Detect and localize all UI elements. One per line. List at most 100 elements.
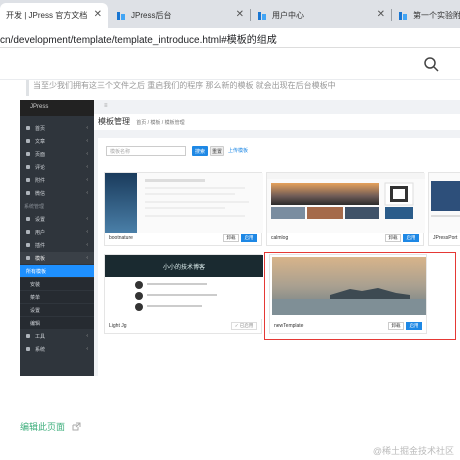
menu-icon (26, 191, 30, 195)
tab-label: 用户中心 (272, 11, 304, 20)
sidebar-item-label: 设置 (30, 307, 41, 314)
uninstall-button[interactable]: 卸载 (385, 234, 401, 242)
sidebar-item-13[interactable]: 菜单 (20, 291, 94, 303)
menu-icon (26, 152, 30, 156)
chevron-icon: ‹ (86, 125, 88, 131)
template-preview: 小小的技术博客 (105, 255, 263, 319)
sidebar-item-1[interactable]: 文章 ‹ (20, 135, 94, 147)
reset-button[interactable]: 重置 (210, 146, 224, 156)
sidebar-item-3[interactable]: 评论 ‹ (20, 161, 94, 173)
template-name-filter[interactable]: 模板名称 (106, 146, 186, 156)
chevron-icon: ‹ (86, 164, 88, 170)
chevron-icon: ‹ (86, 151, 88, 157)
doc-navbar (0, 48, 460, 80)
sidebar-item-7[interactable]: 设置 ‹ (20, 213, 94, 225)
address-bar[interactable]: cn/development/template/template_introdu… (0, 28, 460, 48)
tab-label: 开发 | JPress 官方文档 (6, 11, 88, 20)
sidebar-item-16[interactable]: 工具 ‹ (20, 330, 94, 342)
admin-sidebar: JPress 首页 ‹ 文章 ‹ 页面 ‹ 评论 ‹ 附件 ‹ 微信 ‹ 系统管理 设置 ‹ 用户 ‹ 插件 ‹ 模板… (20, 100, 94, 376)
sidebar-item-9[interactable]: 插件 ‹ (20, 239, 94, 251)
sidebar-item-label: 微信 (35, 190, 46, 197)
enable-button[interactable]: 启用 (241, 234, 257, 242)
tab-jpress-admin[interactable]: JPress后台 ✕ (110, 3, 250, 28)
template-name: bootnature (109, 235, 133, 241)
admin-page-header: 模板管理 首页 / 模板 / 模板管理 (94, 114, 460, 130)
template-name: JPressPort (433, 235, 458, 241)
breadcrumb: 首页 / 模板 / 模板管理 (136, 120, 185, 126)
chevron-icon: ‹ (86, 333, 88, 339)
enable-button[interactable]: 启用 (403, 234, 419, 242)
tab-label: 第一个实验附 (413, 11, 460, 20)
chevron-icon: ‹ (86, 138, 88, 144)
chevron-icon: ‹ (86, 255, 88, 261)
chevron-icon: ‹ (86, 242, 88, 248)
sidebar-item-6: 系统管理 (20, 200, 94, 212)
menu-icon (26, 334, 30, 338)
edit-page-link[interactable]: 编辑此页面 (20, 420, 81, 433)
template-card-light: 小小的技术博客 Light Jg ✓ 已启用 (104, 254, 263, 334)
admin-screenshot: JPress 首页 ‹ 文章 ‹ 页面 ‹ 评论 ‹ 附件 ‹ 微信 ‹ 系统管理 设置 ‹ 用户 ‹ 插件 ‹ 模板… (20, 100, 460, 376)
sidebar-item-label: 页面 (35, 151, 46, 158)
template-name: Light Jg (109, 323, 127, 329)
sidebar-item-label: 系统管理 (24, 203, 45, 210)
menu-icon (26, 165, 30, 169)
template-name: calmlog (271, 235, 289, 241)
search-icon[interactable] (420, 53, 442, 75)
sidebar-item-label: 设置 (35, 216, 46, 223)
upload-template-link[interactable]: 上传模板 (228, 147, 248, 154)
tab-user-center[interactable]: 用户中心 ✕ (251, 3, 391, 28)
sidebar-item-label: 系统 (35, 346, 46, 353)
watermark: @稀土掘金技术社区 (372, 446, 454, 456)
light-header-text: 小小的技术博客 (163, 263, 205, 271)
sidebar-item-label: 文章 (35, 138, 46, 145)
sidebar-item-0[interactable]: 首页 ‹ (20, 122, 94, 134)
tab-first-experiment[interactable]: 第一个实验附 (392, 3, 460, 28)
sidebar-item-17[interactable]: 系统 ‹ (20, 343, 94, 355)
menu-icon (26, 126, 30, 130)
jpress-logo-icon (398, 11, 408, 21)
chevron-icon: ‹ (86, 229, 88, 235)
menu-icon (26, 347, 30, 351)
chevron-icon: ‹ (86, 190, 88, 196)
close-icon[interactable]: ✕ (94, 9, 102, 20)
sidebar-item-label: 菜单 (30, 294, 41, 301)
sidebar-item-label: 编辑 (30, 320, 41, 327)
sidebar-item-label: 工具 (35, 333, 46, 340)
sidebar-item-5[interactable]: 微信 ‹ (20, 187, 94, 199)
search-button[interactable]: 搜索 (192, 146, 208, 156)
close-icon[interactable]: ✕ (236, 9, 244, 20)
sidebar-item-label: 安装 (30, 281, 41, 288)
admin-brand: JPress (20, 100, 94, 116)
sidebar-item-12[interactable]: 安装 (20, 278, 94, 290)
sidebar-item-label: 附件 (35, 177, 46, 184)
sidebar-item-4[interactable]: 附件 ‹ (20, 174, 94, 186)
jpress-logo-icon (257, 11, 267, 21)
sidebar-item-2[interactable]: 页面 ‹ (20, 148, 94, 160)
template-preview (267, 173, 425, 233)
template-preview (105, 173, 263, 233)
jpress-logo-icon (116, 11, 126, 21)
sidebar-item-15[interactable]: 编辑 (20, 317, 94, 329)
chevron-icon: ‹ (86, 177, 88, 183)
menu-toggle-icon[interactable]: ≡ (104, 103, 108, 109)
menu-icon (26, 256, 30, 260)
url-text[interactable]: cn/development/template/template_introdu… (0, 31, 277, 46)
menu-icon (26, 230, 30, 234)
sidebar-item-8[interactable]: 用户 ‹ (20, 226, 94, 238)
tab-jpress-docs[interactable]: 开发 | JPress 官方文档 ✕ (0, 3, 108, 28)
close-icon[interactable]: ✕ (377, 9, 385, 20)
menu-icon (26, 217, 30, 221)
page-title: 模板管理 (98, 117, 130, 126)
sidebar-item-10[interactable]: 模板 ‹ (20, 252, 94, 264)
menu-icon (26, 178, 30, 182)
template-card-bootnature: bootnature 卸载 启用 (104, 172, 263, 246)
tab-label: JPress后台 (131, 11, 172, 20)
uninstall-button[interactable]: 卸载 (223, 234, 239, 242)
sidebar-item-label: 评论 (35, 164, 46, 171)
external-link-icon (72, 422, 81, 430)
enabled-status-button[interactable]: ✓ 已启用 (231, 322, 257, 330)
sidebar-item-14[interactable]: 设置 (20, 304, 94, 316)
sidebar-item-11[interactable]: 所有模板 (20, 265, 94, 277)
highlight-box (264, 252, 456, 340)
menu-icon (26, 139, 30, 143)
